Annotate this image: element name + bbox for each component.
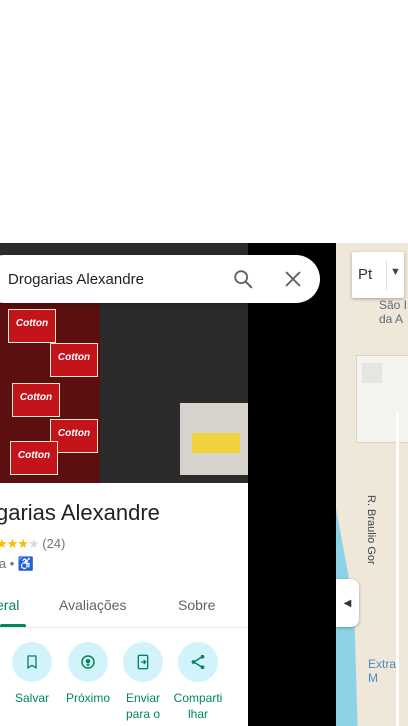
rating-row[interactable]: ★★★★ (24) — [0, 536, 65, 552]
photo-product: Cotton — [12, 383, 60, 417]
bookmark-icon — [27, 655, 37, 669]
close-icon[interactable] — [282, 268, 304, 290]
place-title: garias Alexandre — [0, 500, 160, 525]
chevron-down-icon[interactable]: ▼ — [390, 266, 401, 278]
search-input[interactable] — [8, 267, 208, 291]
save-button[interactable]: Salvar — [4, 642, 60, 706]
share-icon — [191, 654, 205, 670]
share-button[interactable]: Comparti lhar — [170, 642, 226, 722]
map-label-road: R. Braulio Gor — [365, 495, 377, 565]
tab-avaliacoes[interactable]: Avaliações — [59, 597, 126, 613]
layer-divider — [386, 260, 387, 290]
save-button-circle[interactable] — [12, 642, 52, 682]
tab-active-indicator — [0, 624, 26, 627]
photo-product: Cotton — [10, 441, 58, 475]
tab-bar: eral Avaliações Sobre — [0, 585, 248, 628]
photo-price-label — [192, 433, 240, 453]
layer-label: Pt — [358, 266, 373, 283]
collapse-panel-button[interactable]: ◀ — [336, 579, 359, 627]
place-category: ia • — [0, 556, 15, 571]
category-row: ia • ♿ — [0, 556, 34, 572]
search-icon[interactable] — [232, 268, 254, 290]
star-rating-icon: ★★★★ — [0, 536, 40, 551]
tab-geral[interactable]: eral — [0, 597, 19, 613]
map-label-extra: Extra M — [368, 657, 397, 685]
blank-area — [0, 0, 408, 243]
share-label: Comparti lhar — [173, 691, 223, 721]
map-layer-toggle[interactable]: Pt ▼ — [352, 252, 404, 298]
map-dark-strip — [248, 243, 336, 726]
send-to-phone-icon — [137, 654, 149, 670]
tab-sobre[interactable]: Sobre — [178, 597, 215, 613]
rating-count: (24) — [42, 536, 66, 551]
map-building — [362, 363, 382, 383]
share-button-circle[interactable] — [178, 642, 218, 682]
photo-product: Cotton — [8, 309, 56, 343]
nearby-icon — [81, 655, 95, 669]
send-button-circle[interactable] — [123, 642, 163, 682]
chevron-left-icon: ◀ — [343, 597, 352, 609]
map-label-sao: São Ida A — [379, 298, 408, 326]
nearby-button[interactable]: Próximo — [60, 642, 116, 706]
nearby-label: Próximo — [65, 691, 110, 705]
search-box[interactable] — [0, 255, 320, 303]
accessibility-icon[interactable]: ♿ — [18, 556, 34, 571]
send-label: Enviar para o — [125, 691, 161, 721]
save-label: Salvar — [14, 691, 49, 705]
nearby-button-circle[interactable] — [68, 642, 108, 682]
photo-product: Cotton — [50, 343, 98, 377]
send-to-phone-button[interactable]: Enviar para o — [115, 642, 171, 722]
